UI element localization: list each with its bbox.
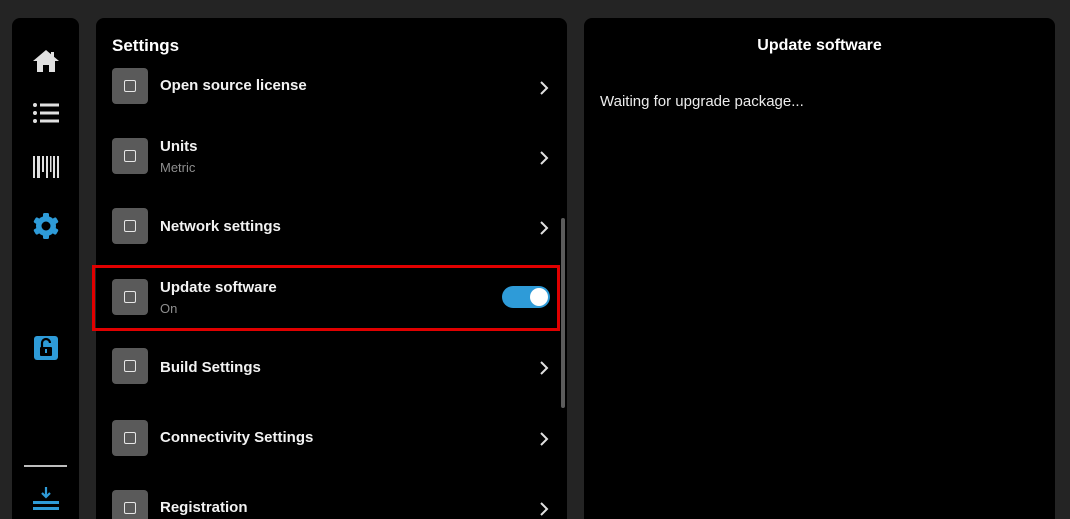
rail-divider bbox=[24, 465, 67, 467]
settings-item-connectivity-settings[interactable]: Connectivity Settings bbox=[96, 406, 561, 466]
settings-item-build-settings[interactable]: Build Settings bbox=[96, 336, 561, 396]
navigation-rail bbox=[12, 18, 79, 519]
nav-settings-button[interactable] bbox=[12, 206, 79, 246]
chevron-right-icon bbox=[540, 432, 549, 446]
home-icon bbox=[32, 50, 59, 72]
nav-list-button[interactable] bbox=[12, 93, 79, 133]
settings-item-registration[interactable]: Registration bbox=[96, 476, 561, 519]
download-icon bbox=[32, 487, 59, 510]
list-icon bbox=[32, 103, 59, 123]
settings-item-title: Units bbox=[160, 138, 198, 155]
item-icon bbox=[112, 138, 148, 174]
settings-item-title: Open source license bbox=[160, 77, 307, 94]
chevron-right-icon bbox=[540, 151, 549, 165]
settings-item-title: Build Settings bbox=[160, 359, 261, 376]
settings-item-units[interactable]: Units Metric bbox=[96, 126, 561, 186]
nav-barcode-button[interactable] bbox=[12, 148, 79, 188]
settings-item-open-source-license[interactable]: Open source license bbox=[96, 56, 561, 116]
settings-item-subtitle: Metric bbox=[160, 160, 196, 175]
item-icon bbox=[112, 68, 148, 104]
selection-highlight bbox=[92, 265, 560, 331]
settings-item-title: Network settings bbox=[160, 218, 281, 235]
item-icon bbox=[112, 348, 148, 384]
item-icon bbox=[112, 208, 148, 244]
chevron-right-icon bbox=[540, 221, 549, 235]
settings-scrollbar[interactable] bbox=[561, 218, 565, 408]
item-icon bbox=[112, 490, 148, 519]
detail-panel: Update software Waiting for upgrade pack… bbox=[584, 18, 1055, 519]
item-icon bbox=[112, 420, 148, 456]
nav-home-button[interactable] bbox=[12, 41, 79, 81]
detail-title: Update software bbox=[757, 37, 882, 54]
settings-title: Settings bbox=[112, 36, 180, 55]
detail-status-message: Waiting for upgrade package... bbox=[600, 93, 804, 110]
settings-item-network-settings[interactable]: Network settings bbox=[96, 196, 561, 256]
chevron-right-icon bbox=[540, 361, 549, 375]
settings-item-title: Connectivity Settings bbox=[160, 429, 314, 446]
settings-item-title: Registration bbox=[160, 499, 248, 516]
chevron-right-icon bbox=[540, 81, 549, 95]
chevron-right-icon bbox=[540, 502, 549, 516]
unlock-icon bbox=[33, 336, 58, 360]
barcode-icon bbox=[32, 156, 59, 178]
nav-download-button[interactable] bbox=[12, 480, 79, 519]
nav-unlock-button[interactable] bbox=[12, 328, 79, 368]
gear-icon bbox=[33, 213, 58, 239]
